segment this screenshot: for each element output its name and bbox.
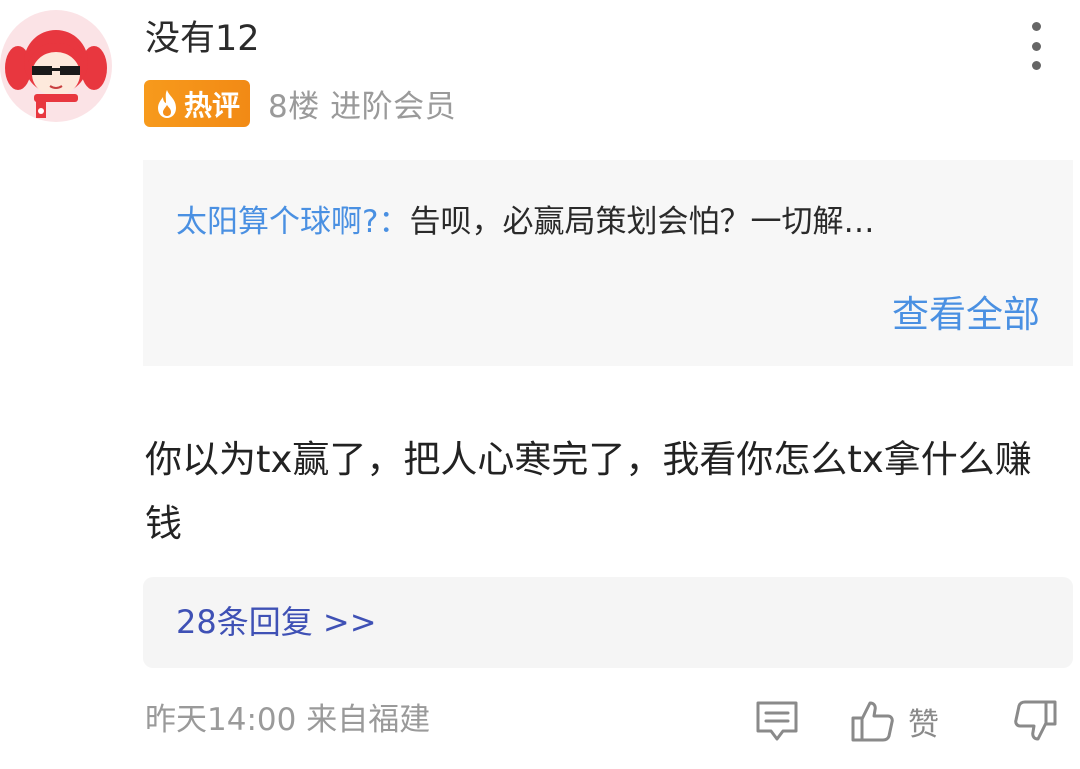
- replies-link[interactable]: 28条回复 >>: [176, 599, 377, 645]
- flame-icon: [158, 89, 176, 118]
- view-all-link[interactable]: 查看全部: [892, 292, 1040, 338]
- avatar[interactable]: [0, 10, 112, 122]
- like-button[interactable]: 赞: [850, 696, 939, 746]
- comment-body: 你以为tx赢了，把人心寒完了，我看你怎么tx拿什么赚钱: [145, 438, 1032, 545]
- avatar-illustration: [5, 30, 107, 118]
- username[interactable]: 没有12: [145, 16, 260, 62]
- quoted-reply-text: 告呗，必赢局策划会怕？一切解…: [409, 204, 875, 240]
- reply-button[interactable]: [753, 696, 801, 746]
- like-label: 赞: [908, 706, 939, 743]
- hot-badge-label: 热评: [184, 88, 241, 122]
- comment-icon: [756, 701, 798, 741]
- dislike-button[interactable]: [1012, 696, 1058, 746]
- more-vertical-icon: [1031, 22, 1041, 31]
- quoted-reply-author[interactable]: 太阳算个球啊?：: [176, 204, 409, 240]
- more-options-button[interactable]: [1016, 22, 1056, 70]
- time-location: 昨天14:00 来自福建: [145, 702, 431, 738]
- quoted-reply[interactable]: 太阳算个球啊?：告呗，必赢局策划会怕？一切解… 查看全部: [143, 160, 1073, 366]
- thumbs-down-icon: [1014, 700, 1057, 741]
- thumbs-up-icon: [851, 701, 894, 742]
- hot-comment-badge: 热评: [144, 80, 251, 127]
- comment-meta: 热评 8楼 进阶会员: [144, 80, 456, 127]
- replies-panel[interactable]: 28条回复 >>: [143, 577, 1073, 668]
- floor-info: 8楼 进阶会员: [268, 89, 457, 125]
- quoted-reply-line: 太阳算个球啊?：告呗，必赢局策划会怕？一切解…: [176, 200, 1046, 244]
